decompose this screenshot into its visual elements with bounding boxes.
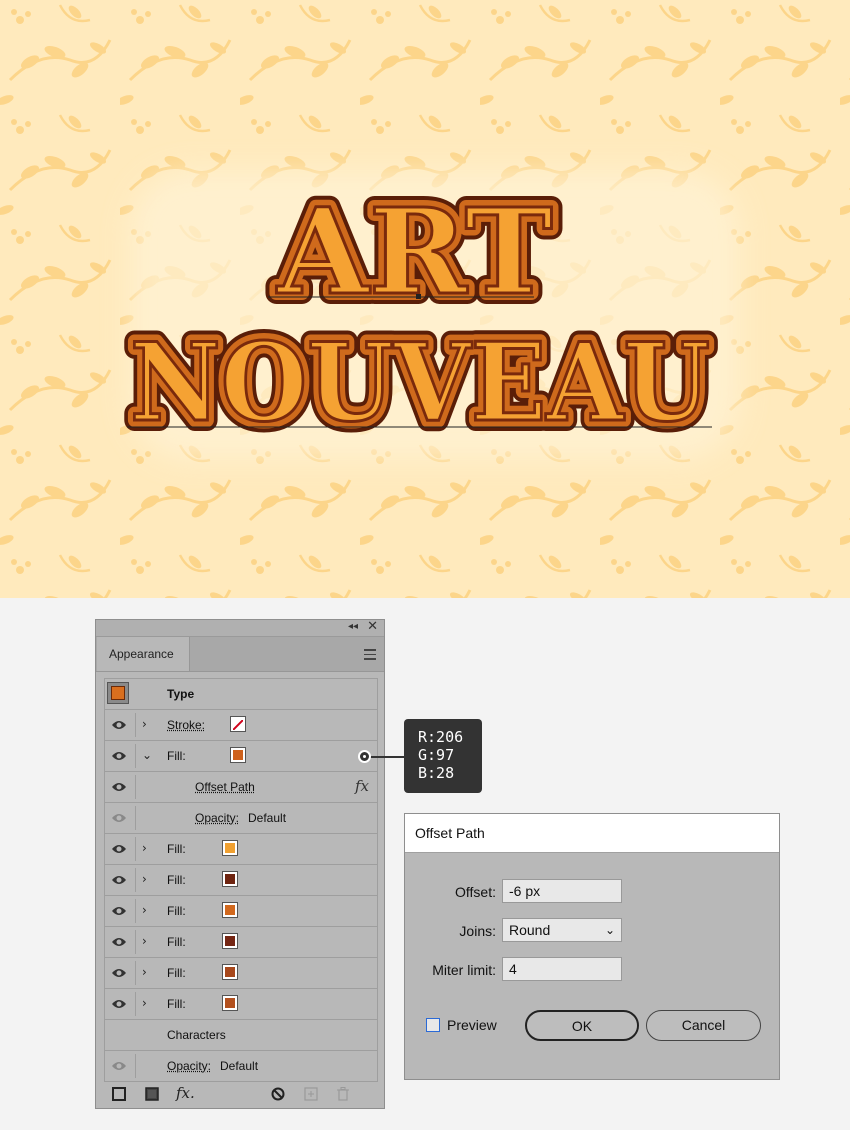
chevron-right-icon[interactable]: › [142, 903, 147, 917]
fill-row[interactable]: › Fill: [104, 957, 378, 988]
artboard: ART ART ART NOUVEAU NOUVEAU NOUVEAU [0, 0, 850, 598]
fill-row[interactable]: › Fill: [104, 988, 378, 1019]
fx-menu-icon[interactable]: fx. [176, 1084, 195, 1102]
offset-path-label[interactable]: Offset Path [195, 780, 255, 794]
cancel-button[interactable]: Cancel [646, 1010, 761, 1041]
art-text: ART ART ART [265, 171, 563, 332]
svg-text:ART: ART [276, 182, 552, 321]
eye-icon[interactable] [111, 967, 127, 979]
panel-menu-icon[interactable] [364, 649, 376, 663]
collapse-icon[interactable]: ◂◂ [348, 621, 358, 632]
stroke-label[interactable]: Stroke: [167, 718, 205, 732]
baseline-handle[interactable] [416, 294, 421, 299]
fill-label: Fill: [167, 842, 186, 856]
fill-row[interactable]: › Fill: [104, 895, 378, 926]
stroke-row[interactable]: › Stroke: [104, 709, 378, 740]
eye-icon[interactable] [111, 874, 127, 886]
artwork-canvas: ART ART ART NOUVEAU NOUVEAU NOUVEAU [0, 0, 850, 598]
fill-label: Fill: [167, 997, 186, 1011]
chevron-right-icon[interactable]: › [142, 841, 147, 855]
fill-row[interactable]: › Fill: [104, 926, 378, 957]
panel-titlebar: ◂◂ ✕ [96, 619, 384, 637]
panel-tabbar: Appearance [96, 637, 384, 672]
chevron-down-icon: ⌄ [604, 923, 615, 937]
fill-label: Fill: [167, 749, 186, 763]
offset-input[interactable]: -6 px [502, 879, 622, 903]
fill-swatch[interactable] [222, 995, 238, 1011]
chevron-right-icon[interactable]: › [142, 996, 147, 1010]
callout-connector [365, 756, 405, 758]
fill-label: Fill: [167, 966, 186, 980]
fill-swatch[interactable] [222, 871, 238, 887]
fill-row[interactable]: › Fill: [104, 833, 378, 864]
opacity-row[interactable]: Opacity: Default [104, 1050, 378, 1082]
fill-swatch[interactable] [222, 840, 238, 856]
eye-icon[interactable] [111, 750, 127, 762]
eye-icon[interactable] [111, 936, 127, 948]
fill-swatch[interactable] [222, 933, 238, 949]
eye-icon[interactable] [111, 843, 127, 855]
eye-icon[interactable] [111, 998, 127, 1010]
fill-row[interactable]: › Fill: [104, 864, 378, 895]
opacity-value: Default [220, 1059, 259, 1073]
callout-dot [358, 750, 371, 763]
close-icon[interactable]: ✕ [367, 619, 378, 634]
fill-label: Fill: [167, 904, 186, 918]
chevron-right-icon[interactable]: › [142, 872, 147, 886]
chevron-right-icon[interactable]: › [142, 965, 147, 979]
eye-icon[interactable] [111, 905, 127, 917]
offset-label: Offset: [455, 884, 496, 900]
stroke-swatch[interactable] [230, 716, 246, 732]
fill-swatch[interactable] [222, 964, 238, 980]
fill-label: Fill: [167, 935, 186, 949]
fx-icon[interactable]: fx [355, 777, 369, 795]
offset-path-dialog: Offset Path Offset: -6 px Joins: Round ⌄… [404, 813, 780, 1080]
chevron-down-icon[interactable]: ⌄ [142, 748, 152, 762]
clear-appearance-icon[interactable] [271, 1087, 285, 1101]
miter-limit-input[interactable]: 4 [502, 957, 622, 981]
duplicate-item-icon[interactable] [304, 1087, 318, 1101]
dialog-title: Offset Path [405, 814, 779, 853]
opacity-value: Default [248, 811, 287, 825]
preview-checkbox[interactable] [426, 1018, 440, 1032]
type-row[interactable]: Type [104, 678, 378, 709]
miter-limit-label: Miter limit: [432, 962, 496, 978]
chevron-right-icon[interactable]: › [142, 717, 147, 731]
appearance-panel: ◂◂ ✕ Appearance Type › Stroke: ⌄ Fill: O… [95, 619, 385, 1109]
color-callout: R:206 G:97 B:28 [404, 719, 482, 793]
joins-select[interactable]: Round ⌄ [502, 918, 622, 942]
effect-row-offset-path[interactable]: Offset Path fx [104, 771, 378, 802]
callout-r: R:206 [418, 728, 464, 746]
ok-button[interactable]: OK [525, 1010, 639, 1041]
opacity-label[interactable]: Opacity: [195, 811, 239, 825]
add-stroke-icon[interactable] [112, 1087, 126, 1101]
chevron-right-icon[interactable]: › [142, 934, 147, 948]
eye-icon[interactable] [111, 781, 127, 793]
preview-label[interactable]: Preview [447, 1017, 497, 1033]
add-fill-icon[interactable] [145, 1087, 159, 1101]
joins-label: Joins: [459, 923, 496, 939]
eye-icon-disabled[interactable] [111, 1060, 127, 1072]
eye-icon-disabled[interactable] [111, 812, 127, 824]
none-color-icon [232, 719, 244, 731]
characters-label: Characters [167, 1028, 226, 1042]
opacity-row[interactable]: Opacity: Default [104, 802, 378, 833]
callout-b: B:28 [418, 764, 455, 782]
opacity-label[interactable]: Opacity: [167, 1059, 211, 1073]
fill-row-expanded[interactable]: ⌄ Fill: [104, 740, 378, 771]
panel-footer: fx. [96, 1082, 384, 1108]
characters-row[interactable]: Characters [104, 1019, 378, 1050]
callout-g: G:97 [418, 746, 455, 764]
eye-icon[interactable] [111, 719, 127, 731]
fill-label: Fill: [167, 873, 186, 887]
delete-icon[interactable] [336, 1087, 350, 1101]
fill-swatch[interactable] [230, 747, 246, 763]
appearance-list: Type › Stroke: ⌄ Fill: Offset Path fx Op… [104, 678, 378, 1082]
type-label: Type [167, 687, 195, 701]
fill-swatch[interactable] [222, 902, 238, 918]
joins-value: Round [509, 922, 551, 938]
tab-appearance[interactable]: Appearance [97, 637, 190, 671]
type-thumbnail-icon [107, 682, 129, 704]
